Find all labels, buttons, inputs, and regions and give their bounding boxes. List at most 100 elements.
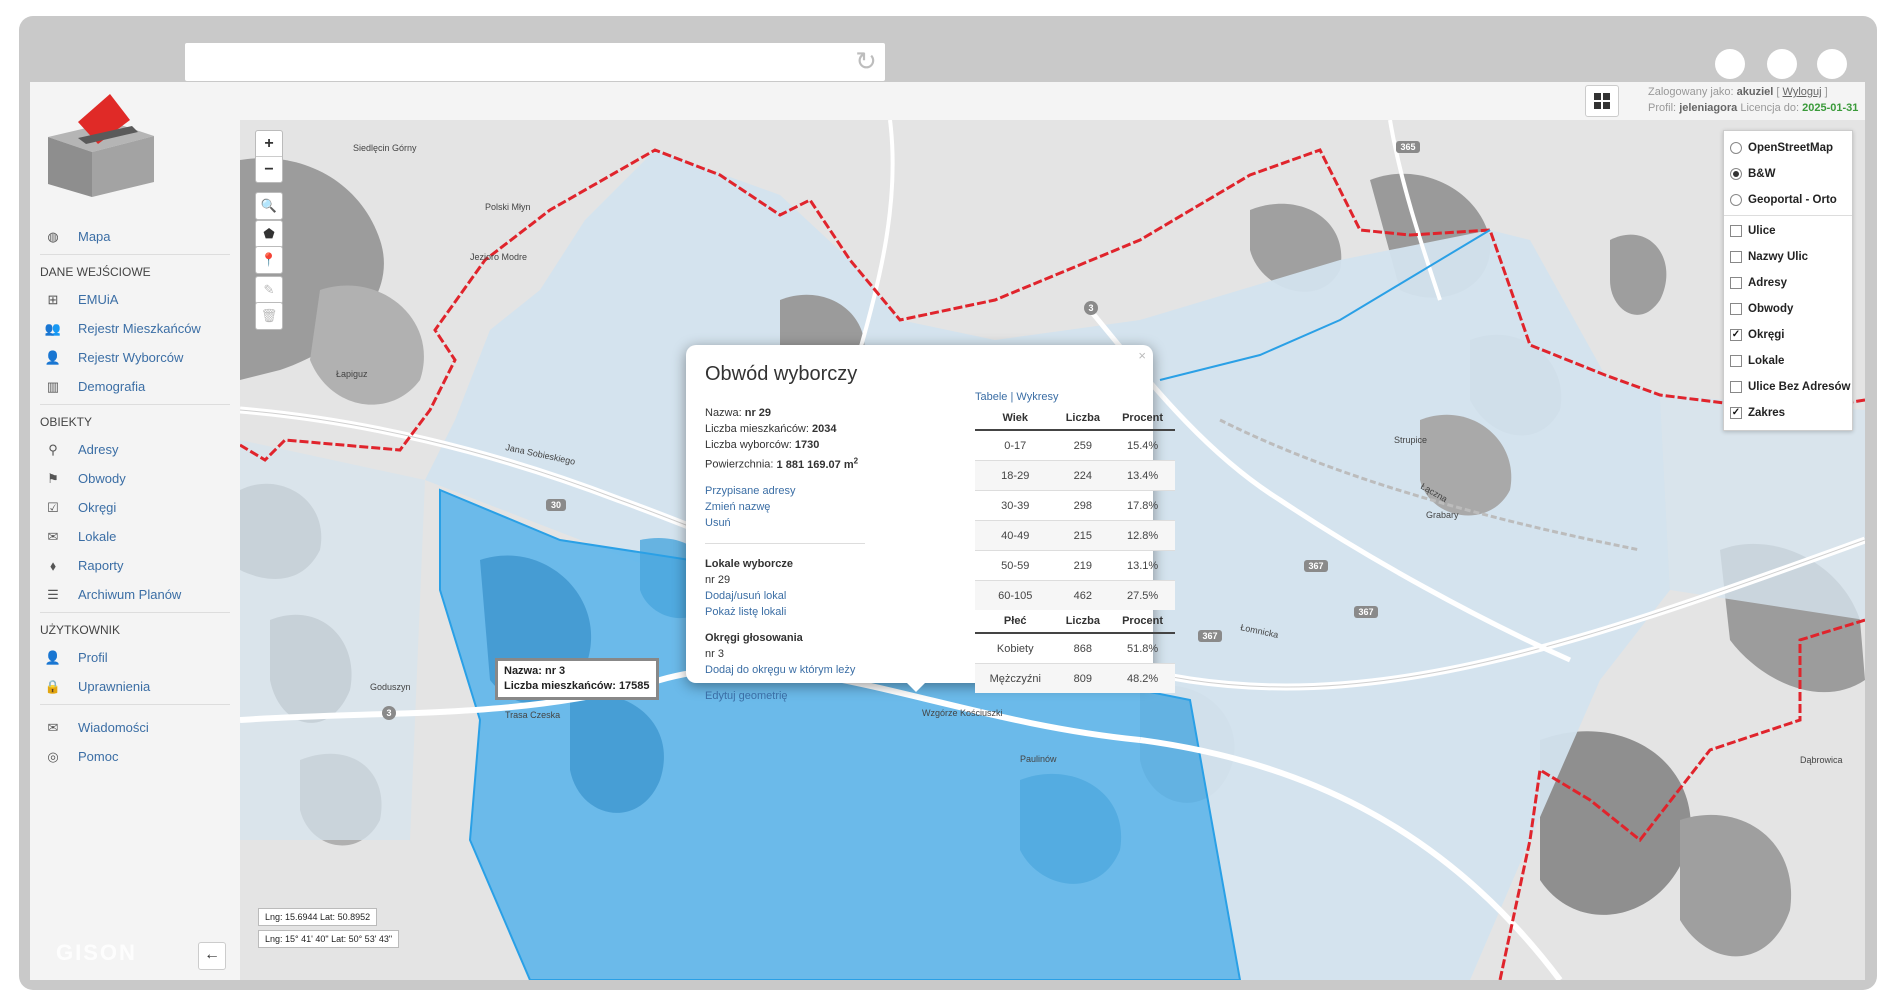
radio-button[interactable] — [1730, 142, 1742, 154]
overlay-layer-option[interactable]: ✓ Zakres — [1724, 400, 1852, 426]
rename-link[interactable]: Zmień nazwę — [705, 499, 905, 515]
zoom-out-button[interactable]: − — [256, 157, 282, 182]
place-label: Trasa Czeska — [505, 710, 560, 720]
logout-link[interactable]: Wyloguj — [1783, 86, 1822, 98]
radio-button[interactable] — [1730, 194, 1742, 206]
sidebar-item-mapa[interactable]: ◍ Mapa — [40, 222, 230, 251]
svg-text:367: 367 — [1308, 561, 1323, 571]
add-marker-button[interactable]: 📍 — [255, 246, 283, 274]
grid-view-button[interactable] — [1585, 85, 1619, 117]
layer-label: Nazwy Ulic — [1748, 251, 1809, 263]
base-layer-option[interactable]: B&W — [1724, 161, 1852, 187]
overlay-layer-option[interactable]: Ulice Bez Adresów — [1724, 374, 1852, 400]
area-value: 1 881 169.07 m — [776, 458, 854, 471]
sidebar-item-adresy[interactable]: ⚲ Adresy — [40, 435, 230, 464]
table-cell: Kobiety — [975, 632, 1056, 664]
sidebar-item-lokale[interactable]: ✉ Lokale — [40, 522, 230, 551]
layer-label: OpenStreetMap — [1748, 142, 1833, 154]
sidebar-item-label: Archiwum Planów — [78, 587, 182, 602]
collapse-sidebar-button[interactable]: ← — [198, 942, 226, 970]
overlay-layer-option[interactable]: Adresy — [1724, 270, 1852, 296]
add-to-district-link[interactable]: Dodaj do okręgu w którym leży — [705, 662, 905, 678]
sidebar-item-archiwum-planów[interactable]: ☰ Archiwum Planów — [40, 580, 230, 609]
checkbox[interactable] — [1730, 303, 1742, 315]
base-layer-option[interactable]: OpenStreetMap — [1724, 135, 1852, 161]
tag-icon: ⬧ — [50, 557, 56, 573]
table-cell: Mężczyźni — [975, 663, 1056, 693]
layer-label: B&W — [1748, 168, 1776, 180]
table-header: Liczba — [1055, 610, 1111, 634]
sidebar-item-rejestr-wyborców[interactable]: 👤 Rejestr Wyborców — [40, 343, 230, 372]
user-icon: 👤 — [44, 649, 62, 665]
map[interactable]: 30 365 367 367 367 3 3 Siedlęcin Górny P… — [240, 120, 1865, 980]
radio-button[interactable] — [1730, 168, 1742, 180]
add-remove-station-link[interactable]: Dodaj/usuń lokal — [705, 588, 905, 604]
table-row: 50-59 219 13.1% — [975, 550, 1175, 581]
sidebar: ◍ Mapa DANE WEJŚCIOWE ⊞ EMUiA 👥 Rejestr Mieszk… — [30, 82, 240, 980]
sidebar-item-label: Obwody — [78, 471, 126, 486]
residents-value: 2034 — [812, 423, 837, 435]
checkbox[interactable] — [1730, 225, 1742, 237]
window-button-3[interactable] — [1817, 49, 1847, 79]
checkbox[interactable] — [1730, 381, 1742, 393]
table-cell: 17.8% — [1110, 490, 1175, 521]
table-header: Procent — [1110, 407, 1175, 431]
pentagon-icon: ⬟ — [263, 226, 275, 241]
coordinates-dms: Lng: 15° 41' 40" Lat: 50° 53' 43" — [258, 930, 400, 948]
layer-label: Zakres — [1748, 407, 1786, 419]
svg-text:3: 3 — [386, 708, 391, 718]
show-stations-link[interactable]: Pokaż listę lokali — [705, 604, 905, 620]
reload-icon[interactable]: ↻ — [853, 49, 879, 75]
table-cell: 868 — [1055, 632, 1111, 664]
checkbox[interactable]: ✓ — [1730, 407, 1742, 419]
sidebar-item-pomoc[interactable]: ◎ Pomoc — [40, 742, 230, 771]
user-info: Zalogowany jako: akuziel [ Wyloguj ] Pro… — [1648, 86, 1859, 114]
window-button-2[interactable] — [1767, 49, 1797, 79]
assigned-addresses-link[interactable]: Przypisane adresy — [705, 483, 905, 499]
table-row: 0-17 259 15.4% — [975, 429, 1175, 461]
checkbox[interactable] — [1730, 355, 1742, 367]
zoom-in-button[interactable]: + — [256, 131, 282, 157]
checkbox[interactable] — [1730, 251, 1742, 263]
sidebar-item-profil[interactable]: 👤 Profil — [40, 643, 230, 672]
table-row: 40-49 215 12.8% — [975, 520, 1175, 551]
sidebar-item-wiadomości[interactable]: ✉ Wiadomości — [40, 713, 230, 742]
overlay-layer-option[interactable]: Ulice — [1724, 218, 1852, 244]
delete-link[interactable]: Usuń — [705, 515, 905, 531]
tab-separator: | — [1010, 391, 1014, 403]
logged-prefix: Zalogowany jako: — [1648, 86, 1734, 98]
sidebar-item-obwody[interactable]: ⚑ Obwody — [40, 464, 230, 493]
close-icon[interactable]: × — [1138, 348, 1146, 363]
address-bar[interactable]: ↻ — [185, 43, 885, 81]
base-layer-option[interactable]: Geoportal - Orto — [1724, 187, 1852, 213]
sidebar-item-uprawnienia[interactable]: 🔒 Uprawnienia — [40, 672, 230, 701]
residents-label: Liczba mieszkańców: — [705, 423, 809, 435]
sidebar-item-rejestr-mieszkańców[interactable]: 👥 Rejestr Mieszkańców — [40, 314, 230, 343]
ballot-box-logo[interactable] — [42, 92, 160, 202]
draw-polygon-button[interactable]: ⬟ — [255, 220, 283, 248]
overlay-layer-option[interactable]: Nazwy Ulic — [1724, 244, 1852, 270]
checkbox[interactable] — [1730, 277, 1742, 289]
sidebar-item-okręgi[interactable]: ☑ Okręgi — [40, 493, 230, 522]
sidebar-item-label: Pomoc — [78, 749, 119, 764]
top-bar: Zalogowany jako: akuziel [ Wyloguj ] Pro… — [240, 82, 1865, 120]
search-button[interactable]: 🔍 — [255, 192, 283, 220]
edit-geometry-link[interactable]: Edytuj geometrię — [705, 688, 905, 704]
trash-icon: 🗑 — [260, 308, 278, 323]
checkbox[interactable]: ✓ — [1730, 329, 1742, 341]
sidebar-item-demografia[interactable]: ▥ Demografia — [40, 372, 230, 401]
district-popup: × Obwód wyborczy Nazwa: nr 29 Liczba mie… — [686, 345, 1175, 702]
coordinates-decimal: Lng: 15.6944 Lat: 50.8952 — [258, 908, 378, 926]
edit-button[interactable]: ✎ — [255, 276, 283, 304]
window-button-1[interactable] — [1715, 49, 1745, 79]
delete-button[interactable]: 🗑 — [255, 302, 283, 330]
user-x-icon: 👤 — [44, 349, 62, 365]
overlay-layer-option[interactable]: Lokale — [1724, 348, 1852, 374]
sidebar-item-raporty[interactable]: ⬧ Raporty — [40, 551, 230, 580]
sidebar-item-emuia[interactable]: ⊞ EMUiA — [40, 285, 230, 314]
layer-label: Obwody — [1748, 303, 1794, 315]
tab-charts[interactable]: Wykresy — [1016, 391, 1058, 403]
overlay-layer-option[interactable]: Obwody — [1724, 296, 1852, 322]
tab-tables[interactable]: Tabele — [975, 391, 1007, 403]
overlay-layer-option[interactable]: ✓ Okręgi — [1724, 322, 1852, 348]
